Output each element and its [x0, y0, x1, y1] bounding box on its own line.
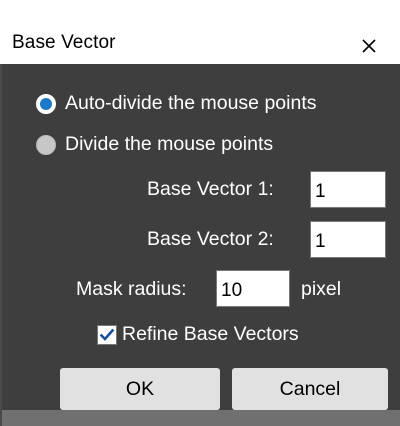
base-vector-2-label: Base Vector 2:: [147, 228, 274, 250]
radio-unselected-icon: [36, 134, 56, 155]
checkbox-checked-icon: [97, 324, 117, 345]
refine-checkbox[interactable]: Refine Base Vectors: [97, 323, 299, 346]
ok-button[interactable]: OK: [60, 368, 220, 410]
mask-radius-unit: pixel: [301, 278, 342, 300]
close-button[interactable]: [346, 28, 392, 64]
dialog-bottom-edge: [2, 410, 400, 426]
mask-radius-input[interactable]: [216, 270, 290, 307]
title-bar: Base Vector: [0, 0, 400, 64]
mask-radius-label: Mask radius:: [76, 278, 187, 300]
cancel-button[interactable]: Cancel: [232, 368, 388, 410]
radio-auto-divide[interactable]: Auto-divide the mouse points: [36, 92, 316, 115]
base-vector-1-input[interactable]: [310, 171, 386, 208]
base-vector-1-label: Base Vector 1:: [147, 178, 274, 200]
radio-selected-icon: [36, 93, 56, 114]
dialog-body: Auto-divide the mouse points Divide the …: [2, 64, 400, 410]
radio-divide[interactable]: Divide the mouse points: [36, 133, 273, 156]
radio-auto-divide-label: Auto-divide the mouse points: [65, 92, 317, 114]
window-title: Base Vector: [12, 32, 116, 53]
checkmark-icon: [99, 328, 115, 341]
refine-label: Refine Base Vectors: [122, 323, 299, 345]
close-icon: [362, 39, 376, 53]
radio-divide-label: Divide the mouse points: [65, 133, 274, 155]
base-vector-2-input[interactable]: [310, 221, 386, 258]
